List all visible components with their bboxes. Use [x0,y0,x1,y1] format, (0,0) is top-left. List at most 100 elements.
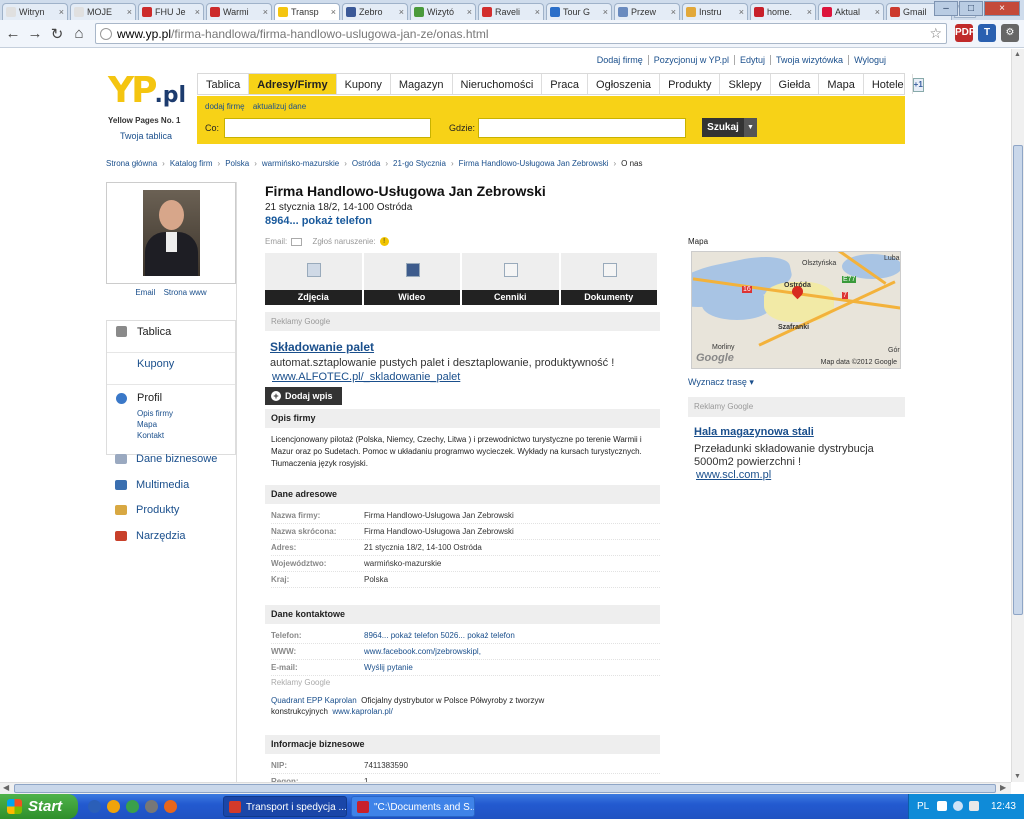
nav-magazyn[interactable]: Magazyn [391,74,453,94]
breadcrumb-item[interactable]: Firma Handlowo-Usługowa Jan Zebrowski [459,159,609,168]
email-link[interactable]: Email [135,288,155,297]
browser-tab[interactable]: Tour G × [546,3,612,20]
what-search-input[interactable] [224,118,431,138]
nav-praca[interactable]: Praca [542,74,589,94]
nav-adresy-firmy[interactable]: Adresy/Firmy [249,74,337,94]
menu-item-kupony[interactable]: Kupony [107,353,235,385]
scroll-up-arrow-icon[interactable]: ▲ [1014,51,1021,58]
tab-documents[interactable]: Dokumenty [560,253,657,305]
tab-close-icon[interactable]: × [195,7,200,17]
maximize-button[interactable]: □ [959,1,983,16]
ad-url-link[interactable]: www.kaprolan.pl/ [332,707,392,716]
my-board-link[interactable]: Twoja tablica [120,131,188,141]
quicklaunch-icon[interactable] [126,800,139,813]
nav-tablica[interactable]: Tablica [198,74,250,94]
breadcrumb-item[interactable]: Katalog firm [170,159,213,168]
tab-close-icon[interactable]: × [535,7,540,17]
menu-item-multimedia[interactable]: Multimedia [113,479,189,491]
send-question-link[interactable]: Wyślij pytanie [364,660,413,676]
tab-close-icon[interactable]: × [399,7,404,17]
top-link-position[interactable]: Pozycjonuj w YP.pl [649,55,736,65]
envelope-icon[interactable] [291,237,303,246]
wrench-menu-icon[interactable]: ⚙ [1001,24,1019,42]
menu-item-narzedzia[interactable]: Narzędzia [113,530,186,542]
tab-close-icon[interactable]: × [467,7,472,17]
ad-title-link[interactable]: Składowanie palet [270,340,374,354]
submenu-mapa[interactable]: Mapa [137,419,235,430]
quicklaunch-icon[interactable] [145,800,158,813]
menu-item-produkty[interactable]: Produkty [113,504,179,516]
quicklaunch-icon[interactable] [107,800,120,813]
nav-gielda[interactable]: Giełda [771,74,820,94]
ad-url-link[interactable]: www.ALFOTEC.pl/_skladowanie_palet [272,371,460,383]
back-arrow-icon[interactable]: ← [2,25,24,42]
browser-tab[interactable]: Wizytó × [410,3,476,20]
tab-video[interactable]: Wideo [363,253,460,305]
breadcrumb-item[interactable]: warmińsko-mazurskie [262,159,339,168]
website-link[interactable]: Strona www [164,288,207,297]
owner-photo[interactable] [143,190,200,276]
address-bar[interactable]: www.yp.pl/firma-handlowa/firma-handlowo-… [95,23,947,44]
get-directions-link[interactable]: Wyznacz trasę ▾ [688,377,754,388]
where-search-input[interactable] [478,118,686,138]
minimize-button[interactable]: – [934,1,958,16]
breadcrumb-item[interactable]: Ostróda [352,159,380,168]
reload-icon[interactable]: ↻ [46,25,68,43]
breadcrumb-item[interactable]: Polska [225,159,249,168]
pdf-extension-icon[interactable]: PDF [955,24,975,42]
browser-tab[interactable]: home. × [750,3,816,20]
top-link-business-card[interactable]: Twoja wizytówka [771,55,850,65]
google-plus-one-button[interactable]: +1 [912,78,924,92]
tab-close-icon[interactable]: × [875,7,880,17]
tab-close-icon[interactable]: × [263,7,268,17]
submenu-kontakt[interactable]: Kontakt [137,430,235,441]
tab-close-icon[interactable]: × [127,7,132,17]
show-phone-link[interactable]: 8964... pokaż telefon 5026... pokaż tele… [364,628,515,644]
ad-title-link[interactable]: Quadrant EPP Kaprolan [271,696,357,705]
top-link-logout[interactable]: Wyloguj [849,55,891,65]
start-button[interactable]: Start [0,794,78,819]
scroll-left-arrow-icon[interactable]: ◀ [3,783,9,792]
tab-photos[interactable]: Zdjęcia [265,253,362,305]
browser-tab[interactable]: Przew × [614,3,680,20]
vertical-scrollbar[interactable]: ▲ ▼ [1011,49,1024,782]
nav-nieruchomosci[interactable]: Nieruchomości [453,74,543,94]
language-indicator[interactable]: PL [917,794,929,819]
ad-title-link[interactable]: Hala magazynowa stali [694,426,814,438]
nav-sklepy[interactable]: Sklepy [720,74,771,94]
tray-icon[interactable] [953,801,963,811]
quicklaunch-icon[interactable] [88,800,101,813]
search-button[interactable]: Szukaj [702,118,744,137]
menu-item-dane-biznesowe[interactable]: Dane biznesowe [113,453,217,465]
taskbar-button-explorer[interactable]: "C:\Documents and S... [351,796,475,817]
top-link-add-company[interactable]: Dodaj firmę [592,55,649,65]
tab-close-icon[interactable]: × [59,7,64,17]
top-link-edit[interactable]: Edytuj [735,55,772,65]
tab-close-icon[interactable]: × [603,7,608,17]
breadcrumb-item[interactable]: 21-go Stycznia [393,159,446,168]
tab-close-icon[interactable]: × [807,7,812,17]
bookmark-star-icon[interactable]: ☆ [929,25,942,42]
tab-close-icon[interactable]: × [331,7,336,17]
nav-mapa[interactable]: Mapa [819,74,864,94]
tab-pricelists[interactable]: Cenniki [462,253,559,305]
browser-tab[interactable]: MOJE × [70,3,136,20]
scrollbar-thumb[interactable] [14,784,996,793]
nav-produkty[interactable]: Produkty [660,74,721,94]
ad-url-link[interactable]: www.scl.com.pl [696,469,771,481]
volume-icon[interactable] [969,801,979,811]
browser-tab[interactable]: Witryn × [2,3,68,20]
translate-extension-icon[interactable]: T [978,24,996,42]
nav-hotele[interactable]: Hotele [864,74,913,94]
nav-ogloszenia[interactable]: Ogłoszenia [588,74,661,94]
menu-item-tablica[interactable]: Tablica [107,321,235,353]
add-company-link[interactable]: dodaj firmę [205,102,245,111]
browser-tab[interactable]: Warmi × [206,3,272,20]
browser-tab[interactable]: FHU Je × [138,3,204,20]
home-icon[interactable]: ⌂ [68,25,90,42]
submenu-opis-firmy[interactable]: Opis firmy [137,408,235,419]
scroll-right-arrow-icon[interactable]: ▶ [1000,783,1006,792]
report-warning-icon[interactable]: ! [379,237,389,247]
browser-tab[interactable]: Aktual × [818,3,884,20]
tray-icon[interactable] [937,801,947,811]
